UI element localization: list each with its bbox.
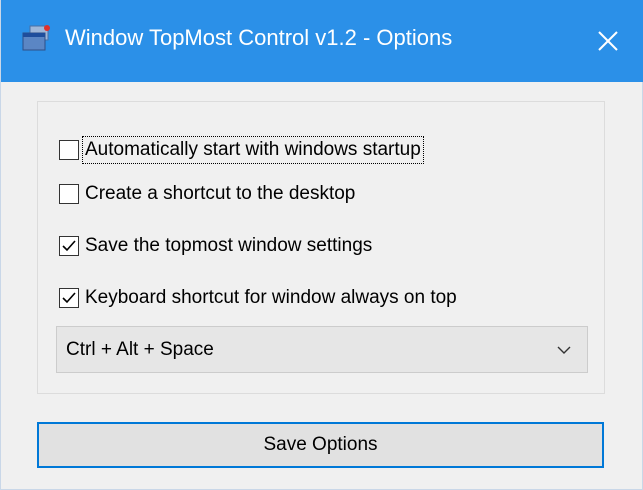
keyboard-shortcut-option[interactable]: Keyboard shortcut for window always on t… — [59, 284, 459, 312]
autostart-option[interactable]: Automatically start with windows startup — [59, 136, 424, 164]
desktop-shortcut-option[interactable]: Create a shortcut to the desktop — [59, 180, 357, 208]
close-icon — [598, 31, 618, 51]
title-bar[interactable]: Window TopMost Control v1.2 - Options — [1, 0, 643, 82]
desktop-shortcut-checkbox[interactable] — [59, 184, 79, 204]
autostart-checkbox[interactable] — [59, 140, 79, 160]
autostart-label[interactable]: Automatically start with windows startup — [82, 136, 424, 164]
checkmark-icon — [62, 240, 76, 252]
close-button[interactable] — [572, 0, 643, 82]
checkmark-icon — [62, 292, 76, 304]
keyboard-shortcut-checkbox[interactable] — [59, 288, 79, 308]
window-title: Window TopMost Control v1.2 - Options — [65, 25, 453, 50]
desktop-shortcut-label[interactable]: Create a shortcut to the desktop — [83, 181, 357, 207]
hotkey-selected-value: Ctrl + Alt + Space — [66, 338, 214, 360]
save-options-button[interactable]: Save Options — [37, 422, 604, 468]
save-settings-checkbox[interactable] — [59, 236, 79, 256]
save-settings-option[interactable]: Save the topmost window settings — [59, 232, 374, 260]
hotkey-dropdown[interactable]: Ctrl + Alt + Space — [56, 326, 588, 373]
save-settings-label[interactable]: Save the topmost window settings — [83, 233, 374, 259]
options-window: Window TopMost Control v1.2 - Options Au… — [0, 0, 643, 490]
keyboard-shortcut-label[interactable]: Keyboard shortcut for window always on t… — [83, 285, 459, 311]
chevron-down-icon — [557, 346, 571, 354]
window-stack-icon — [22, 25, 50, 51]
options-group: Automatically start with windows startup… — [37, 101, 605, 394]
